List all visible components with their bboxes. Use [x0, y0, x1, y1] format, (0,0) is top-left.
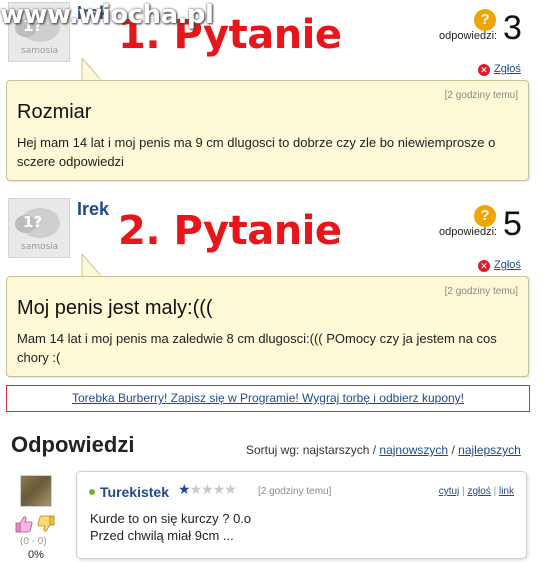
answer-text: Kurde to on się kurczy ? 0.o Przed chwil…: [90, 510, 251, 544]
answers-heading: Odpowiedzi: [11, 432, 135, 457]
vote-percent: 0%: [28, 549, 44, 561]
star-icon: ★: [178, 482, 191, 498]
avatar-brand: samosia: [21, 242, 59, 252]
speech-bubble-tail: [81, 254, 102, 277]
answer-avatar[interactable]: [20, 475, 52, 507]
online-status-icon: [89, 489, 95, 495]
speech-bubble-tail: [81, 58, 102, 81]
report-link[interactable]: ✕ Zgłoś: [478, 259, 521, 272]
question-2: 1? samosia Irek 2. Pytanie ? odpowiedzi:…: [0, 196, 543, 382]
question-text: Mam 14 lat i moj penis ma zaledwie 8 cm …: [17, 331, 497, 365]
sort-best-link[interactable]: najlepszych: [458, 443, 521, 457]
quote-link[interactable]: cytuj: [439, 486, 460, 497]
question-mark-icon: ?: [474, 9, 496, 31]
sort-options: Sortuj wg: najstarszych / najnowszych / …: [246, 443, 521, 457]
question-box: [2 godziny temu] Moj penis jest maly:(((…: [6, 276, 529, 377]
sort-label: Sortuj wg: najstarszych /: [246, 443, 377, 457]
star-icon: ★: [189, 482, 203, 498]
sort-separator: /: [451, 443, 455, 457]
answers-label: odpowiedzi:: [439, 30, 498, 42]
answer-actions: cytuj | zgłoś | link: [439, 486, 514, 497]
star-icon: ★: [201, 482, 214, 498]
report-label: Zgłoś: [494, 259, 521, 271]
promo-banner-link[interactable]: Torebka Burberry! Zapisz się w Programie…: [6, 385, 530, 412]
permalink-link[interactable]: link: [499, 486, 514, 497]
avatar-brand: samosia: [21, 46, 59, 56]
avatar-placeholder-icon: 1?: [23, 213, 43, 231]
close-circle-icon: ✕: [478, 260, 490, 272]
question-author[interactable]: Irek: [77, 199, 109, 220]
star-icon: ★: [224, 482, 237, 498]
answer-time: [2 godziny temu]: [258, 486, 332, 497]
question-box: [2 godziny temu] Rozmiar Hej mam 14 lat …: [6, 80, 529, 181]
thumbs-up-icon[interactable]: [15, 515, 33, 533]
user-avatar[interactable]: 1? samosia: [8, 198, 70, 258]
answer-line: Kurde to on się kurczy ? 0.o: [90, 511, 252, 526]
site-watermark: www.wiocha.pl: [0, 0, 214, 30]
answers-count: 5: [503, 205, 522, 243]
answer-box: Turekistek ★★★★★ [2 godziny temu] cytuj …: [76, 471, 527, 559]
question-title[interactable]: Moj penis jest maly:(((: [17, 297, 213, 320]
question-time: [2 godziny temu]: [444, 90, 518, 101]
question-title[interactable]: Rozmiar: [17, 101, 91, 124]
answers-count: 3: [503, 9, 522, 47]
answer-author[interactable]: Turekistek: [100, 484, 169, 500]
close-circle-icon: ✕: [478, 64, 490, 76]
vote-counts: (0 - 0): [20, 536, 47, 547]
answers-label: odpowiedzi:: [439, 226, 498, 238]
report-label: Zgłoś: [494, 63, 521, 75]
question-time: [2 godziny temu]: [444, 286, 518, 297]
report-link[interactable]: ✕ Zgłoś: [478, 63, 521, 76]
question-text: Hej mam 14 lat i moj penis ma 9 cm dlugo…: [17, 135, 496, 169]
report-answer-link[interactable]: zgłoś: [467, 486, 490, 497]
rank-stars: ★★★★★: [178, 482, 237, 498]
action-separator: |: [493, 486, 497, 497]
question-mark-icon: ?: [474, 205, 496, 227]
sort-newest-link[interactable]: najnowszych: [379, 443, 448, 457]
answer-line: Przed chwilą miał 9cm ...: [90, 528, 234, 543]
overlay-label: 2. Pytanie: [118, 208, 342, 254]
thumbs-down-icon[interactable]: [37, 515, 55, 533]
action-separator: |: [462, 486, 465, 497]
star-icon: ★: [212, 482, 226, 498]
